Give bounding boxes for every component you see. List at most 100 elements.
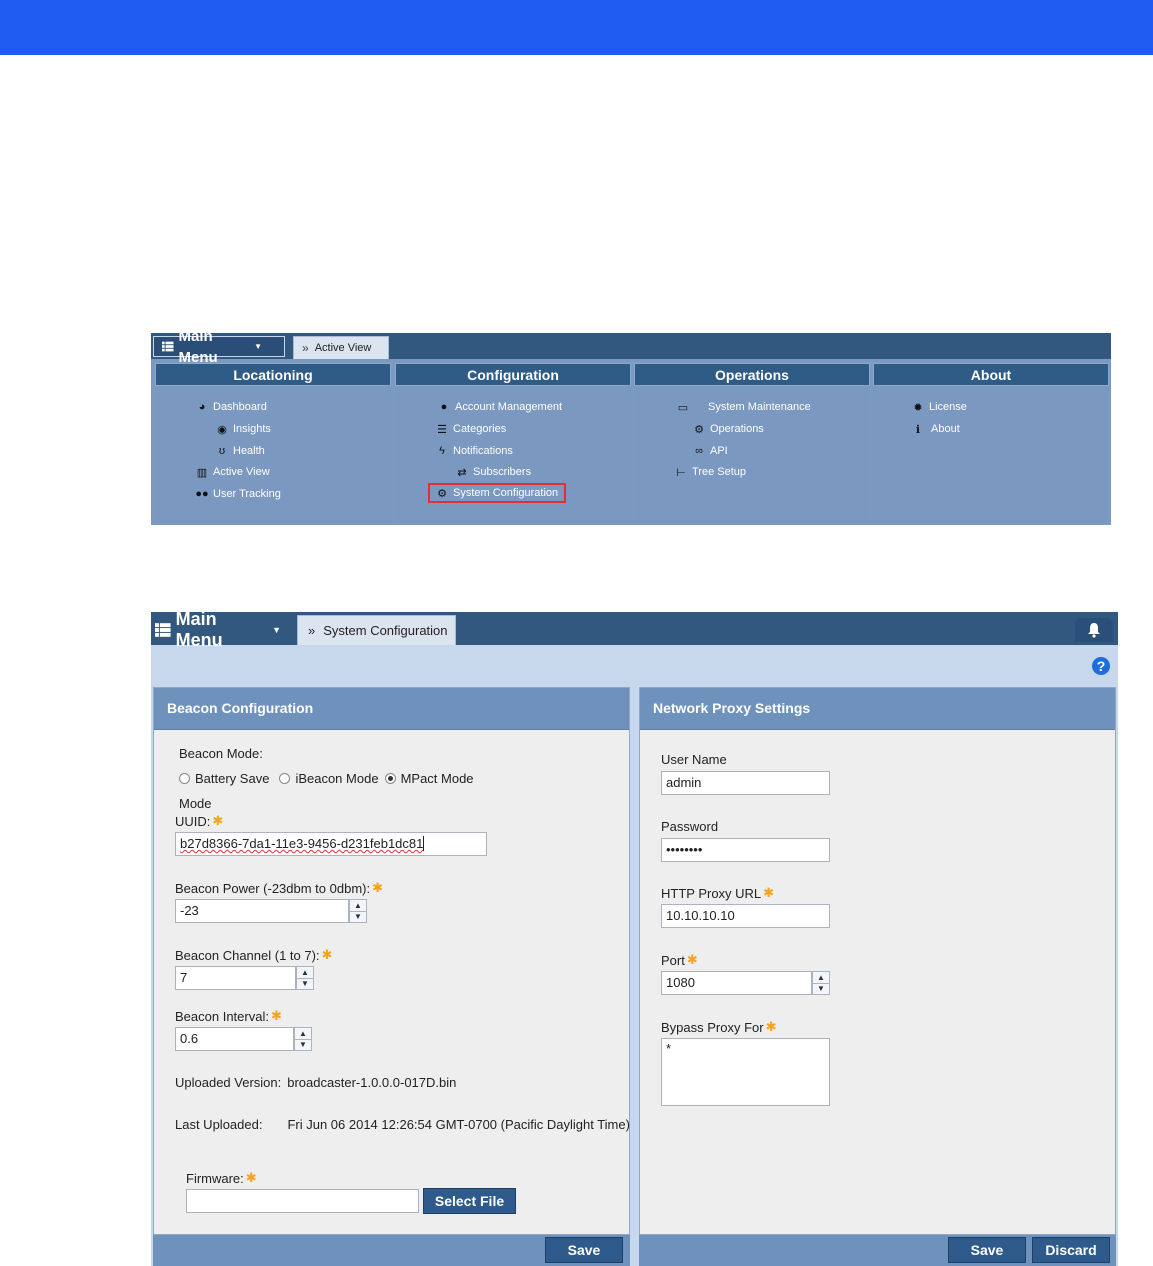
panel-title: Network Proxy Settings <box>640 688 1115 730</box>
beacon-interval-stepper[interactable]: ▲ ▼ <box>294 1027 312 1051</box>
http-proxy-url-input[interactable]: 10.10.10.10 <box>661 904 830 928</box>
beacon-channel-input[interactable]: 7 <box>175 966 296 990</box>
required-star-icon: ✱ <box>321 947 333 962</box>
radio-battery-save[interactable] <box>179 773 190 784</box>
last-uploaded-row: Last Uploaded: Fri Jun 06 2014 12:26:54 … <box>175 1117 630 1132</box>
hamburger-icon <box>162 341 174 352</box>
chevron-down-icon: ▼ <box>295 1038 311 1051</box>
menu-header-bar: Main Menu ▼ » Active View <box>151 328 1111 366</box>
menu-item-license[interactable]: ✹ License <box>911 401 967 414</box>
main-menu-label: Main Menu <box>175 612 223 650</box>
required-star-icon: ✱ <box>686 952 698 967</box>
proxy-save-button[interactable]: Save <box>948 1237 1026 1263</box>
mode-wrap-label: Mode <box>179 796 212 811</box>
menu-item-notifications[interactable]: ϟ Notifications <box>435 445 513 457</box>
beacon-configuration-panel: Beacon Configuration Beacon Mode: Batter… <box>153 687 630 1235</box>
chevron-down-icon: ▼ <box>272 625 281 635</box>
port-input[interactable]: 1080 <box>661 971 812 995</box>
firmware-label: Firmware: ✱ <box>186 1170 257 1186</box>
system-configuration-screenshot: Main Menu ▼ » System Configuration ? Bea… <box>151 612 1118 1266</box>
select-file-button[interactable]: Select File <box>423 1188 516 1214</box>
chevron-down-icon: ▼ <box>350 910 366 923</box>
menu-item-subscribers[interactable]: ⇄ Subscribers <box>455 466 531 479</box>
menu-item-dashboard[interactable]: ◕ Dashboard <box>195 401 267 413</box>
column-title: Locationing <box>155 363 391 386</box>
bypass-proxy-label: Bypass Proxy For ✱ <box>661 1019 777 1035</box>
double-chevron-right-icon: » <box>308 623 316 638</box>
tab-label: System Configuration <box>323 623 448 638</box>
menu-item-system-maintenance[interactable]: ▭ System Maintenance <box>672 401 811 414</box>
tree-icon: ⊢ <box>676 466 686 479</box>
eye-icon: ◉ <box>217 423 227 436</box>
password-label: Password <box>661 819 719 834</box>
users-icon: ●● <box>195 488 209 500</box>
menu-column-configuration: Configuration ● Account Management ☰ Cat… <box>395 363 631 525</box>
menu-item-categories[interactable]: ☰ Categories <box>435 423 506 436</box>
required-star-icon: ✱ <box>212 813 224 828</box>
menu-item-account-management[interactable]: ● Account Management <box>437 401 562 413</box>
main-menu-button[interactable]: Main Menu ▼ <box>153 328 285 366</box>
tab-label: Active View <box>314 342 372 354</box>
chevron-up-icon: ▲ <box>354 900 362 910</box>
panel-title: Beacon Configuration <box>154 688 629 730</box>
proxy-panel-footer: Save Discard <box>639 1235 1116 1266</box>
port-stepper[interactable]: ▲ ▼ <box>812 971 830 995</box>
beacon-power-label: Beacon Power (-23dbm to 0dbm): ✱ <box>175 880 384 896</box>
chevron-down-icon: ▼ <box>297 977 313 990</box>
http-proxy-url-label: HTTP Proxy URL ✱ <box>661 885 775 901</box>
bar-chart-icon: ▥ <box>196 466 208 479</box>
beacon-channel-stepper[interactable]: ▲ ▼ <box>296 966 314 990</box>
tab-system-configuration[interactable]: » System Configuration <box>297 615 456 645</box>
beacon-power-stepper[interactable]: ▲ ▼ <box>349 899 367 923</box>
radio-ibeacon-mode[interactable] <box>279 773 291 784</box>
firmware-file-input[interactable] <box>186 1189 419 1213</box>
uuid-input[interactable]: b27d8366-7da1-11e3-9456-d231feb1dc81 <box>175 832 487 856</box>
menu-column-about: About ✹ License ℹ About <box>873 363 1109 525</box>
main-menu-label: Main Menu <box>178 327 218 366</box>
stethoscope-icon: ʊ <box>218 445 226 457</box>
notification-bell-button[interactable] <box>1075 618 1113 642</box>
menu-item-operations[interactable]: ⚙ Operations <box>692 423 764 436</box>
top-banner <box>0 0 1153 55</box>
beacon-panel-footer: Save <box>153 1235 630 1266</box>
bypass-proxy-textarea[interactable]: * <box>661 1038 830 1106</box>
password-input[interactable]: •••••••• <box>661 838 830 862</box>
beacon-save-button[interactable]: Save <box>545 1237 623 1263</box>
header-bar: Main Menu ▼ » System Configuration <box>151 612 1118 650</box>
proxy-discard-button[interactable]: Discard <box>1032 1237 1110 1263</box>
badge-icon: ✹ <box>913 401 923 414</box>
radio-mpact-mode[interactable] <box>384 773 396 784</box>
lightning-icon: ϟ <box>439 445 445 457</box>
username-input[interactable]: admin <box>661 771 830 795</box>
menu-item-health[interactable]: ʊ Health <box>215 445 265 457</box>
beacon-power-input[interactable]: -23 <box>175 899 349 923</box>
menu-item-user-tracking[interactable]: ●● User Tracking <box>195 488 281 500</box>
arrows-exchange-icon: ⇄ <box>457 466 467 479</box>
menu-item-insights[interactable]: ◉ Insights <box>215 423 271 436</box>
tab-active-view[interactable]: » Active View <box>293 336 389 359</box>
menu-column-locationing: Locationing ◕ Dashboard ◉ Insights ʊ Hea… <box>155 363 391 525</box>
column-title: About <box>873 363 1109 386</box>
menu-item-system-configuration[interactable]: ⚙ System Configuration <box>428 483 567 503</box>
double-chevron-right-icon: » <box>302 341 309 355</box>
column-title: Configuration <box>395 363 631 386</box>
username-label: User Name <box>661 752 727 767</box>
beacon-interval-input[interactable]: 0.6 <box>175 1027 294 1051</box>
help-icon[interactable]: ? <box>1092 657 1110 675</box>
menu-item-tree-setup[interactable]: ⊢ Tree Setup <box>674 466 746 479</box>
chevron-up-icon: ▲ <box>301 967 309 977</box>
main-menu-screenshot: Main Menu ▼ » Active View Locationing ◕ … <box>151 328 1111 525</box>
dashboard-icon: ◕ <box>198 401 206 413</box>
menu-item-active-view[interactable]: ▥ Active View <box>195 466 270 479</box>
menu-item-about[interactable]: ℹ About <box>911 423 960 436</box>
required-star-icon: ✱ <box>765 1019 777 1034</box>
network-proxy-panel: Network Proxy Settings User Name admin P… <box>639 687 1116 1235</box>
menu-item-api[interactable]: ∞ API <box>692 445 728 457</box>
beacon-interval-label: Beacon Interval: ✱ <box>175 1008 282 1024</box>
required-star-icon: ✱ <box>245 1170 257 1185</box>
uuid-label: UUID: ✱ <box>175 813 224 829</box>
list-icon: ☰ <box>437 423 447 436</box>
beacon-channel-label: Beacon Channel (1 to 7): ✱ <box>175 947 333 963</box>
chevron-up-icon: ▲ <box>299 1028 307 1038</box>
main-menu-button[interactable]: Main Menu ▼ <box>153 612 281 650</box>
